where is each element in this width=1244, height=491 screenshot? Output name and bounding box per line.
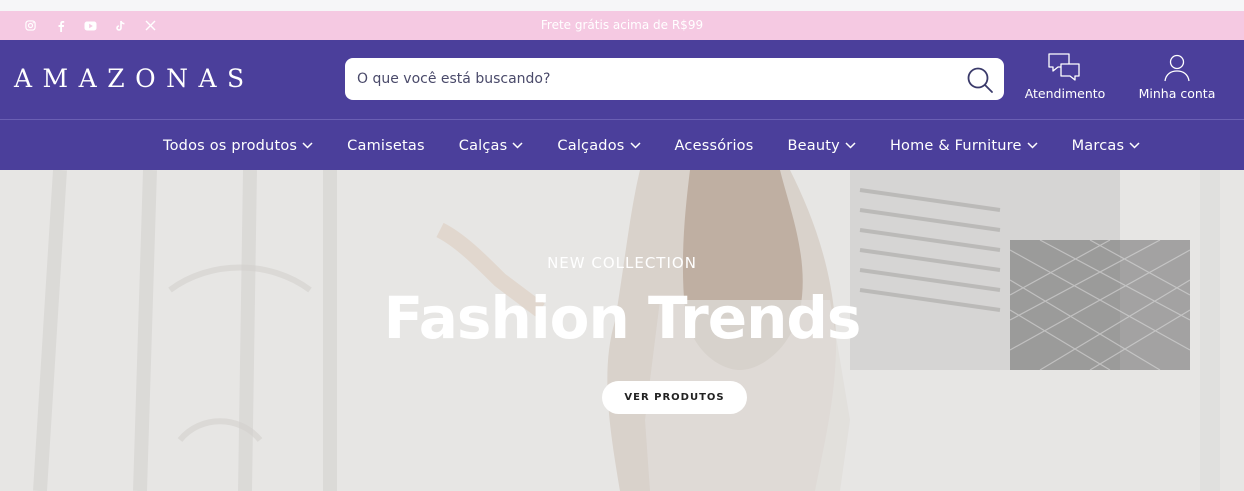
announcement-text: Frete grátis acima de R$99 — [540, 18, 704, 32]
search-icon — [967, 67, 993, 93]
nav-item-label: Calçados — [557, 137, 625, 154]
chevron-down-icon — [302, 142, 313, 149]
nav-item-home-furniture[interactable]: Home & Furniture — [890, 138, 1038, 154]
top-strip — [0, 0, 1244, 11]
user-icon — [1164, 54, 1190, 82]
nav-item-todos-os-produtos[interactable]: Todos os produtos — [163, 138, 313, 154]
search-button[interactable] — [965, 65, 994, 94]
nav-item-cal-as[interactable]: Calças — [459, 138, 524, 154]
chevron-down-icon — [1129, 142, 1140, 149]
hero-eyebrow: NEW COLLECTION — [547, 254, 697, 272]
search-input[interactable] — [357, 58, 957, 100]
nav-item-camisetas[interactable]: Camisetas — [347, 138, 425, 154]
hero-content: NEW COLLECTION Fashion Trends VER PRODUT… — [0, 170, 1244, 491]
site-header: AMAZONAS Atendimento Minha conta — [0, 40, 1244, 119]
support-link[interactable]: Atendimento — [1023, 52, 1107, 101]
nav-item-label: Beauty — [787, 137, 840, 154]
nav-item-label: Todos os produtos — [163, 137, 298, 154]
view-products-button[interactable]: VER PRODUTOS — [602, 381, 747, 414]
hero-title: Fashion Trends — [383, 284, 862, 352]
chevron-down-icon — [630, 142, 641, 149]
account-link[interactable]: Minha conta — [1137, 52, 1217, 101]
hero-banner: NEW COLLECTION Fashion Trends VER PRODUT… — [0, 170, 1244, 491]
nav-item-cal-ados[interactable]: Calçados — [557, 137, 641, 154]
nav-item-label: Acessórios — [674, 137, 754, 154]
logo[interactable]: AMAZONAS — [14, 64, 255, 93]
nav-item-label: Home & Furniture — [889, 137, 1022, 154]
chevron-down-icon — [845, 142, 856, 149]
chevron-down-icon — [512, 142, 523, 149]
nav-item-acess-rios[interactable]: Acessórios — [675, 138, 754, 154]
account-label: Minha conta — [1138, 86, 1216, 101]
nav-item-label: Camisetas — [347, 137, 425, 154]
support-label: Atendimento — [1024, 86, 1106, 101]
nav-item-marcas[interactable]: Marcas — [1072, 138, 1141, 154]
main-nav: Todos os produtos Camisetas Calças Calçados… — [0, 119, 1244, 170]
chevron-down-icon — [1027, 142, 1038, 149]
nav-item-beauty[interactable]: Beauty — [788, 138, 856, 154]
nav-menu: Todos os produtos Camisetas Calças Calçados… — [163, 120, 1174, 171]
nav-item-label: Calças — [458, 137, 508, 154]
nav-item-label: Marcas — [1071, 137, 1125, 154]
announcement-bar: Frete grátis acima de R$99 — [0, 11, 1244, 40]
chat-bubbles-icon — [1048, 53, 1080, 81]
search-bar — [345, 58, 1004, 100]
